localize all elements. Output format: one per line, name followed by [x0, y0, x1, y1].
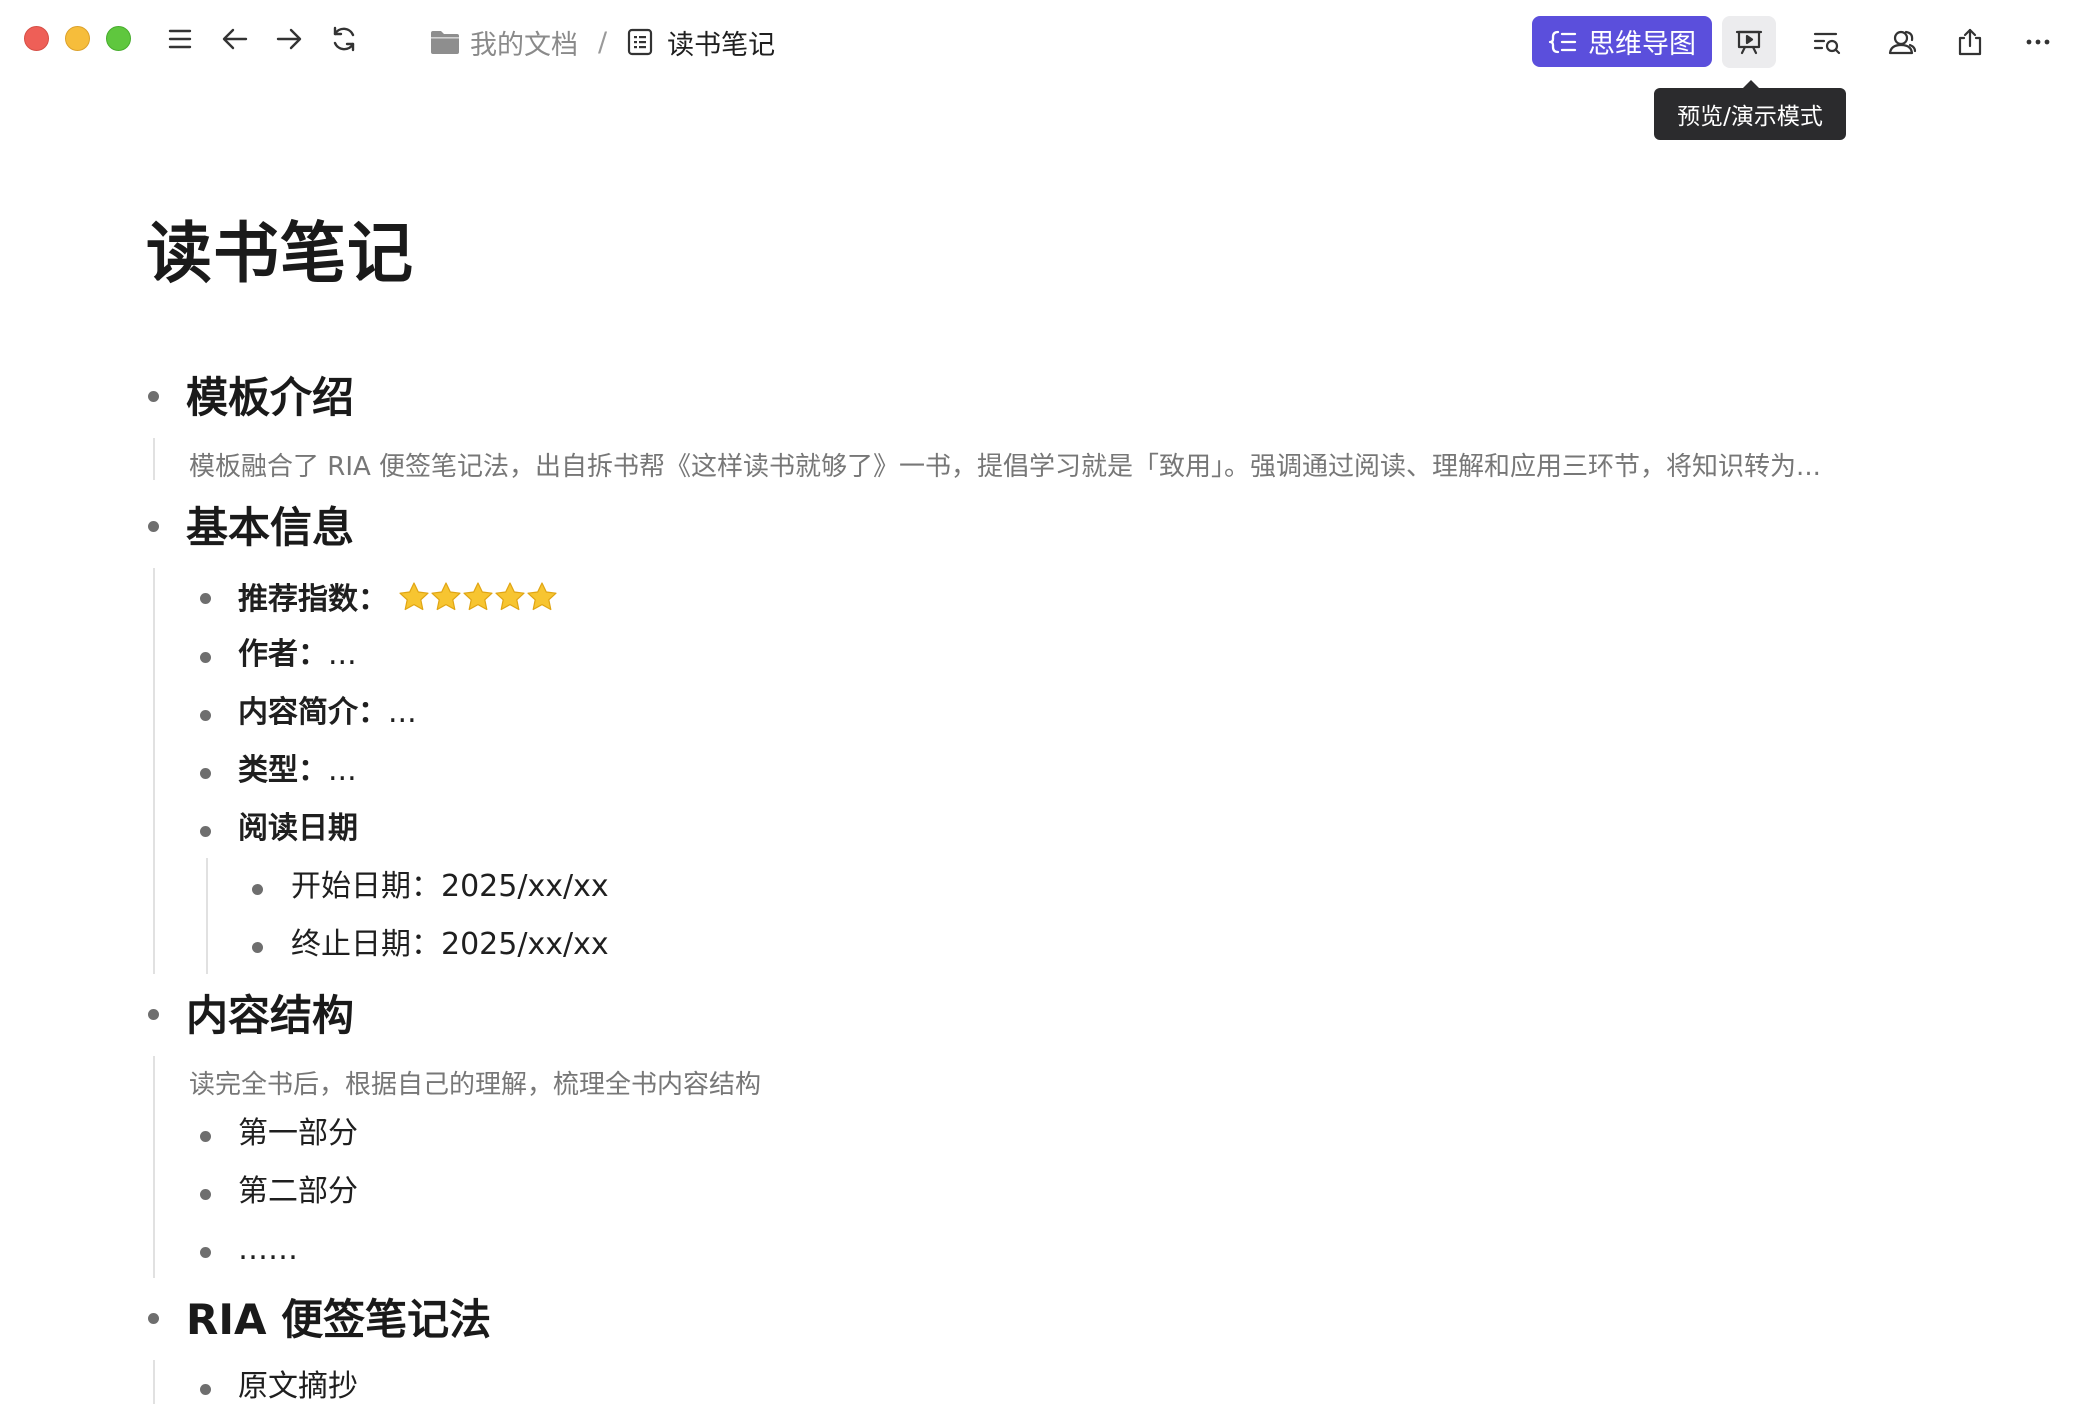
list-item[interactable]: 终止日期：2025/xx/xx [291, 930, 609, 960]
item-label: 开始日期： [291, 869, 441, 904]
list-item[interactable]: 类型：... [238, 756, 357, 786]
share-icon [1958, 28, 1982, 56]
list-item[interactable]: 推荐指数： [238, 581, 558, 615]
breadcrumb-separator: / [598, 26, 608, 58]
rating-stars[interactable] [398, 581, 558, 613]
item-value: ... [388, 695, 417, 730]
bullet [200, 710, 211, 721]
item-value: 2025/xx/xx [441, 927, 609, 962]
share-button[interactable] [1943, 16, 1997, 68]
bullet [148, 1313, 159, 1324]
bullet [200, 1131, 211, 1142]
section-heading[interactable]: 内容结构 [186, 995, 354, 1037]
breadcrumb-document-label: 读书笔记 [667, 29, 776, 61]
bullet [200, 1247, 211, 1258]
bullet [200, 826, 211, 837]
item-label: 内容简介： [238, 695, 388, 730]
collaborators-icon [1888, 30, 1917, 55]
presentation-tooltip: 预览/演示模式 [1654, 80, 1846, 140]
bullet [200, 1384, 211, 1395]
breadcrumb-folder-label: 我的文档 [470, 29, 578, 61]
bullet [252, 884, 263, 895]
list-item[interactable]: 第二部分 [238, 1177, 358, 1207]
star-icon [399, 582, 429, 611]
list-item[interactable]: 内容简介：... [238, 698, 417, 728]
bullet [148, 391, 159, 402]
breadcrumb-folder[interactable]: 我的文档 [430, 23, 578, 62]
refresh-icon[interactable] [327, 22, 361, 56]
section-heading[interactable]: 基本信息 [186, 507, 354, 549]
window-maximize-button[interactable] [106, 26, 131, 51]
indent-guide [153, 1056, 155, 1278]
section-description[interactable]: 读完全书后，根据自己的理解，梳理全书内容结构 [189, 1064, 761, 1101]
bullet [200, 1189, 211, 1200]
indent-guide [153, 438, 155, 480]
window-minimize-button[interactable] [65, 26, 90, 51]
item-value: 2025/xx/xx [441, 869, 609, 904]
star-icon [463, 582, 493, 611]
list-item[interactable]: …… [238, 1235, 298, 1265]
forward-arrow-icon[interactable] [272, 22, 306, 56]
section-description[interactable]: 模板融合了 RIA 便签笔记法，出自拆书帮《这样读书就够了》一书，提倡学习就是「… [189, 446, 1821, 483]
star-icon [527, 582, 557, 611]
mindmap-icon [1548, 30, 1577, 53]
bullet [200, 593, 211, 604]
item-label: 类型： [238, 753, 328, 788]
section-heading[interactable]: 模板介绍 [186, 377, 354, 419]
list-item[interactable]: 作者：... [238, 640, 357, 670]
title-bar: 我的文档 / 读书笔记 思维导图 预览/演示模式 [0, 0, 2100, 140]
list-item[interactable]: 第一部分 [238, 1119, 358, 1149]
list-item[interactable]: 开始日期：2025/xx/xx [291, 872, 609, 902]
mindmap-button[interactable]: 思维导图 [1532, 16, 1712, 67]
item-value: ... [328, 637, 357, 672]
item-label: 作者： [238, 637, 328, 672]
more-options-button[interactable] [2011, 16, 2065, 68]
presentation-mode-button[interactable] [1722, 16, 1776, 68]
indent-guide [153, 1360, 155, 1404]
outline-search-button[interactable] [1800, 16, 1854, 68]
item-label: 终止日期： [291, 927, 441, 962]
bullet [252, 942, 263, 953]
folder-icon [431, 31, 459, 54]
more-icon [2026, 39, 2050, 45]
presentation-icon [1735, 30, 1763, 55]
sidebar-toggle-icon[interactable] [163, 22, 197, 56]
outline-search-icon [1813, 32, 1841, 55]
breadcrumb: 我的文档 / 读书笔记 [430, 20, 775, 64]
indent-guide [206, 858, 208, 974]
bullet [148, 521, 159, 532]
bullet [200, 768, 211, 779]
document-icon [628, 28, 653, 56]
breadcrumb-document[interactable]: 读书笔记 [627, 23, 775, 62]
mindmap-button-label: 思维导图 [1588, 29, 1696, 60]
item-value: ... [328, 753, 357, 788]
item-label: 推荐指数： [238, 582, 388, 617]
list-item[interactable]: 阅读日期 [238, 814, 358, 844]
list-item[interactable]: 原文摘抄 [238, 1372, 358, 1402]
section-heading[interactable]: RIA 便签笔记法 [186, 1299, 491, 1341]
star-icon [495, 582, 525, 611]
star-icon [431, 582, 461, 611]
page-title[interactable]: 读书笔记 [146, 200, 414, 296]
window-close-button[interactable] [24, 26, 49, 51]
back-arrow-icon[interactable] [218, 22, 252, 56]
collaborators-button[interactable] [1875, 16, 1929, 68]
indent-guide [153, 568, 155, 974]
bullet [148, 1009, 159, 1020]
bullet [200, 652, 211, 663]
item-label: 阅读日期 [238, 811, 358, 846]
